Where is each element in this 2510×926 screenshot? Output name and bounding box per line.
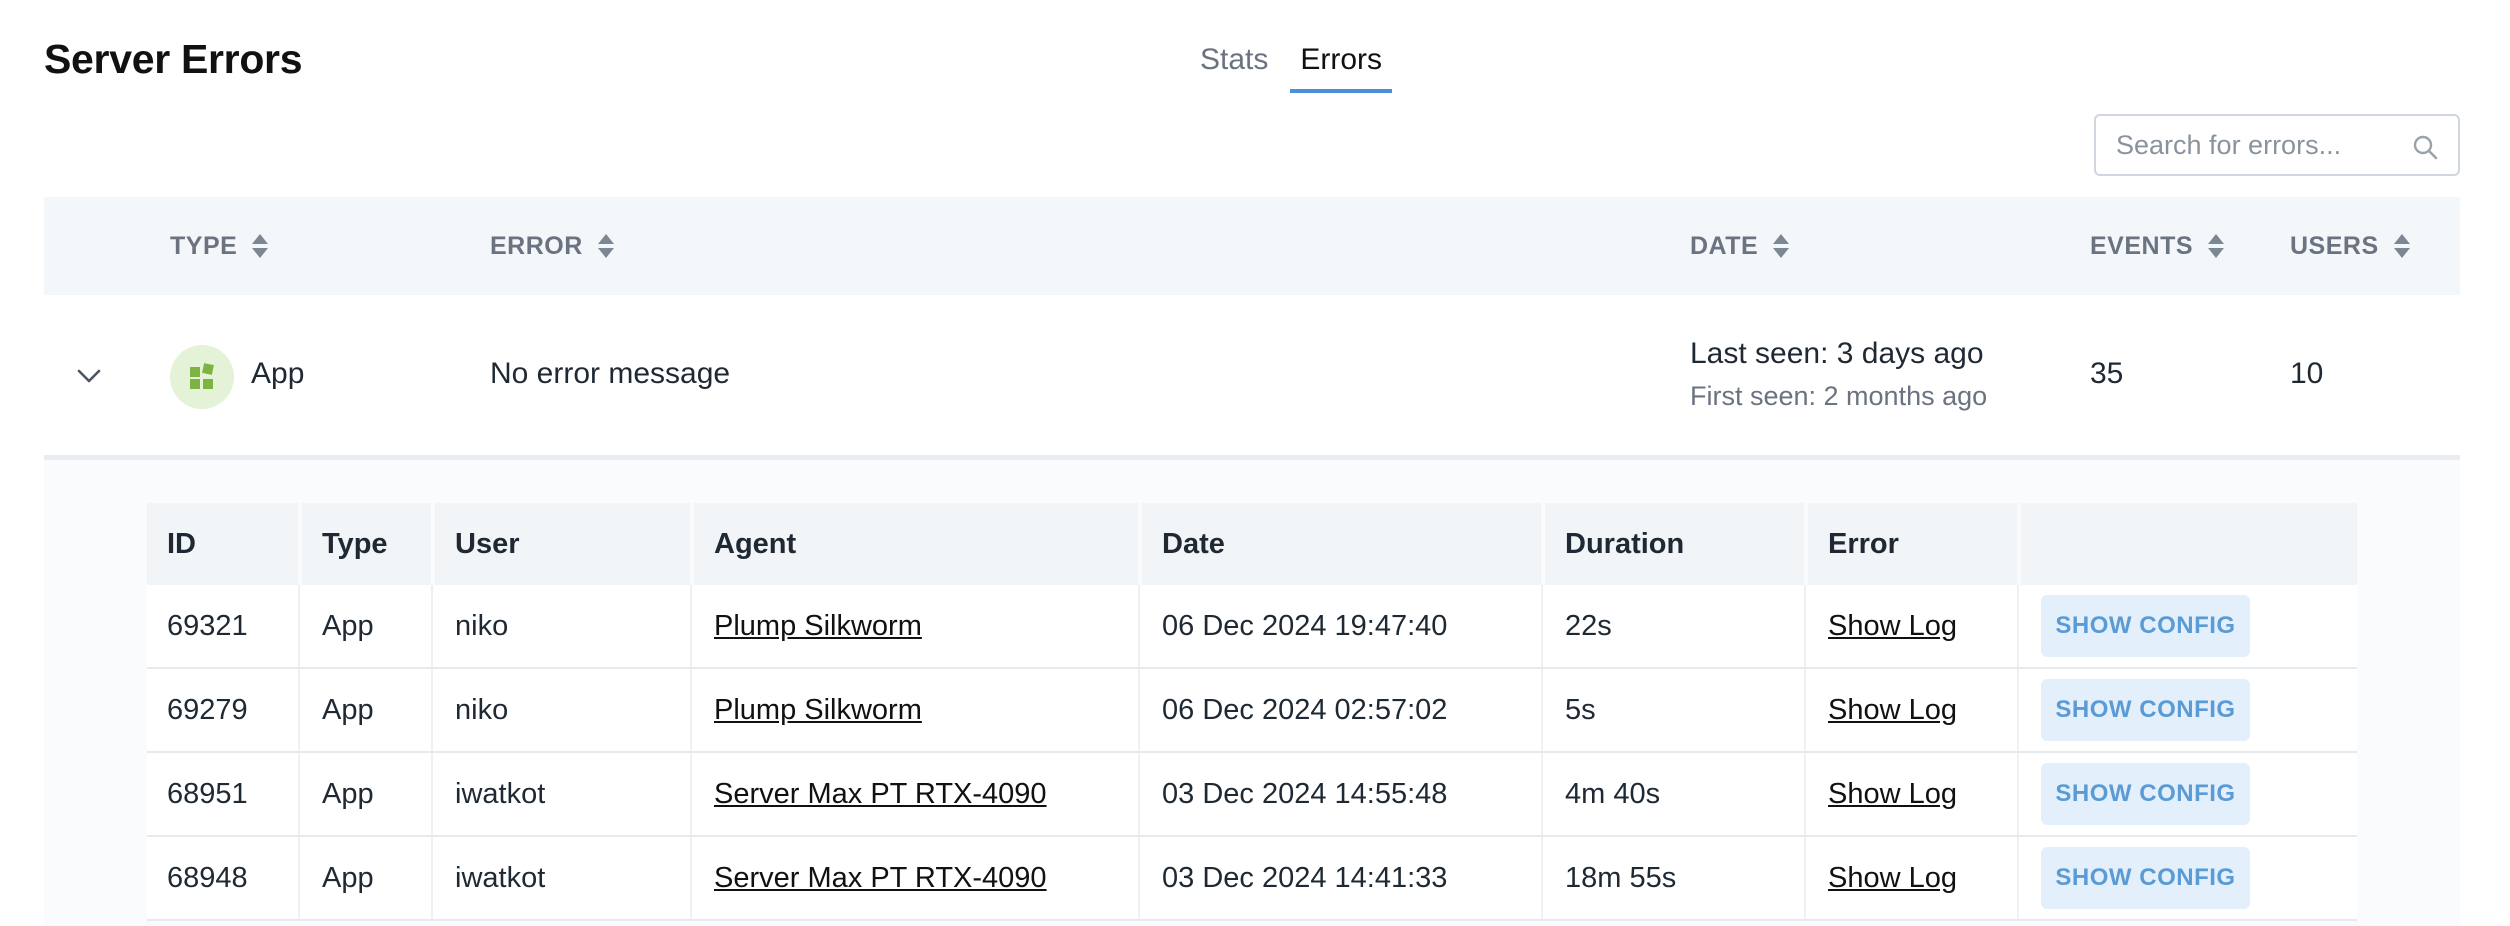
details-column-type: Type xyxy=(302,503,431,585)
row-date: 03 Dec 2024 14:55:48 xyxy=(1142,753,1543,835)
details-column-agent: Agent xyxy=(694,503,1138,585)
row-type: App xyxy=(302,753,433,835)
agent-link[interactable]: Server Max PT RTX-4090 xyxy=(714,778,1047,810)
row-error-cell: Show Log xyxy=(1808,669,2019,751)
show-log-link[interactable]: Show Log xyxy=(1828,778,1957,810)
row-date: 06 Dec 2024 19:47:40 xyxy=(1142,585,1543,667)
column-label: TYPE xyxy=(170,231,238,260)
details-table: ID Type User Agent Date Duration Error 6… xyxy=(147,503,2357,921)
column-header-type[interactable]: TYPE xyxy=(170,197,269,295)
row-agent-cell: Plump Silkworm xyxy=(694,669,1140,751)
details-column-user: User xyxy=(435,503,690,585)
row-duration: 4m 40s xyxy=(1545,753,1806,835)
users-count: 10 xyxy=(2290,357,2324,390)
search-icon[interactable] xyxy=(2412,134,2438,160)
row-id: 68948 xyxy=(147,837,300,919)
last-seen: Last seen: 3 days ago xyxy=(1690,337,1984,370)
row-user: niko xyxy=(435,585,692,667)
show-log-link[interactable]: Show Log xyxy=(1828,694,1957,726)
column-label: DATE xyxy=(1690,231,1759,260)
error-message: No error message xyxy=(490,357,731,390)
type-badge xyxy=(170,345,234,409)
agent-link[interactable]: Plump Silkworm xyxy=(714,694,922,726)
row-agent-cell: Server Max PT RTX-4090 xyxy=(694,837,1140,919)
error-type: App xyxy=(251,357,305,390)
agent-link[interactable]: Server Max PT RTX-4090 xyxy=(714,862,1047,894)
row-error-cell: Show Log xyxy=(1808,585,2019,667)
show-log-link[interactable]: Show Log xyxy=(1828,610,1957,642)
row-date: 03 Dec 2024 14:41:33 xyxy=(1142,837,1543,919)
details-column-date: Date xyxy=(1142,503,1541,585)
table-header: TYPE ERROR DATE EVENTS USERS xyxy=(44,197,2460,295)
show-config-button[interactable]: SHOW CONFIG xyxy=(2041,763,2250,825)
column-label: USERS xyxy=(2290,231,2379,260)
details-column-duration: Duration xyxy=(1545,503,1804,585)
search-box xyxy=(2094,114,2460,176)
sort-icon xyxy=(2208,234,2225,258)
details-column-error: Error xyxy=(1808,503,2017,585)
show-config-button[interactable]: SHOW CONFIG xyxy=(2041,595,2250,657)
show-config-button[interactable]: SHOW CONFIG xyxy=(2041,679,2250,741)
row-id: 69321 xyxy=(147,585,300,667)
show-log-link[interactable]: Show Log xyxy=(1828,862,1957,894)
row-agent-cell: Server Max PT RTX-4090 xyxy=(694,753,1140,835)
table-row[interactable]: App No error message Last seen: 3 days a… xyxy=(44,295,2460,457)
column-header-events[interactable]: EVENTS xyxy=(2090,197,2225,295)
details-row: 68948 App iwatkot Server Max PT RTX-4090… xyxy=(147,837,2357,921)
first-seen: First seen: 2 months ago xyxy=(1690,381,1988,411)
tab-errors[interactable]: Errors xyxy=(1290,40,1393,93)
column-header-users[interactable]: USERS xyxy=(2290,197,2411,295)
details-row: 69321 App niko Plump Silkworm 06 Dec 202… xyxy=(147,585,2357,669)
column-header-date[interactable]: DATE xyxy=(1690,197,1790,295)
chevron-down-icon[interactable] xyxy=(74,361,104,391)
events-count: 35 xyxy=(2090,357,2124,390)
row-duration: 22s xyxy=(1545,585,1806,667)
tab-stats[interactable]: Stats xyxy=(1190,40,1278,93)
sort-icon xyxy=(1773,234,1790,258)
row-duration: 18m 55s xyxy=(1545,837,1806,919)
column-header-error[interactable]: ERROR xyxy=(490,197,615,295)
row-id: 68951 xyxy=(147,753,300,835)
row-agent-cell: Plump Silkworm xyxy=(694,585,1140,667)
row-type: App xyxy=(302,837,433,919)
row-user: niko xyxy=(435,669,692,751)
details-column-id: ID xyxy=(147,503,298,585)
search-input[interactable] xyxy=(2096,116,2406,174)
sort-icon xyxy=(597,234,614,258)
row-error-cell: Show Log xyxy=(1808,753,2019,835)
agent-link[interactable]: Plump Silkworm xyxy=(714,610,922,642)
row-user: iwatkot xyxy=(435,837,692,919)
row-type: App xyxy=(302,669,433,751)
show-config-button[interactable]: SHOW CONFIG xyxy=(2041,847,2250,909)
row-error-cell: Show Log xyxy=(1808,837,2019,919)
row-duration: 5s xyxy=(1545,669,1806,751)
row-type: App xyxy=(302,585,433,667)
column-label: ERROR xyxy=(490,231,583,260)
app-grid-icon xyxy=(190,363,214,389)
details-column-actions xyxy=(2021,503,2357,585)
details-row: 68951 App iwatkot Server Max PT RTX-4090… xyxy=(147,753,2357,837)
row-id: 69279 xyxy=(147,669,300,751)
row-date: 06 Dec 2024 02:57:02 xyxy=(1142,669,1543,751)
row-user: iwatkot xyxy=(435,753,692,835)
column-label: EVENTS xyxy=(2090,231,2194,260)
details-panel: ID Type User Agent Date Duration Error 6… xyxy=(44,460,2460,926)
page-title: Server Errors xyxy=(44,36,303,82)
tab-bar: Stats Errors xyxy=(1190,40,1393,93)
details-header: ID Type User Agent Date Duration Error xyxy=(147,503,2357,585)
sort-icon xyxy=(252,234,269,258)
sort-icon xyxy=(2393,234,2410,258)
details-row: 69279 App niko Plump Silkworm 06 Dec 202… xyxy=(147,669,2357,753)
